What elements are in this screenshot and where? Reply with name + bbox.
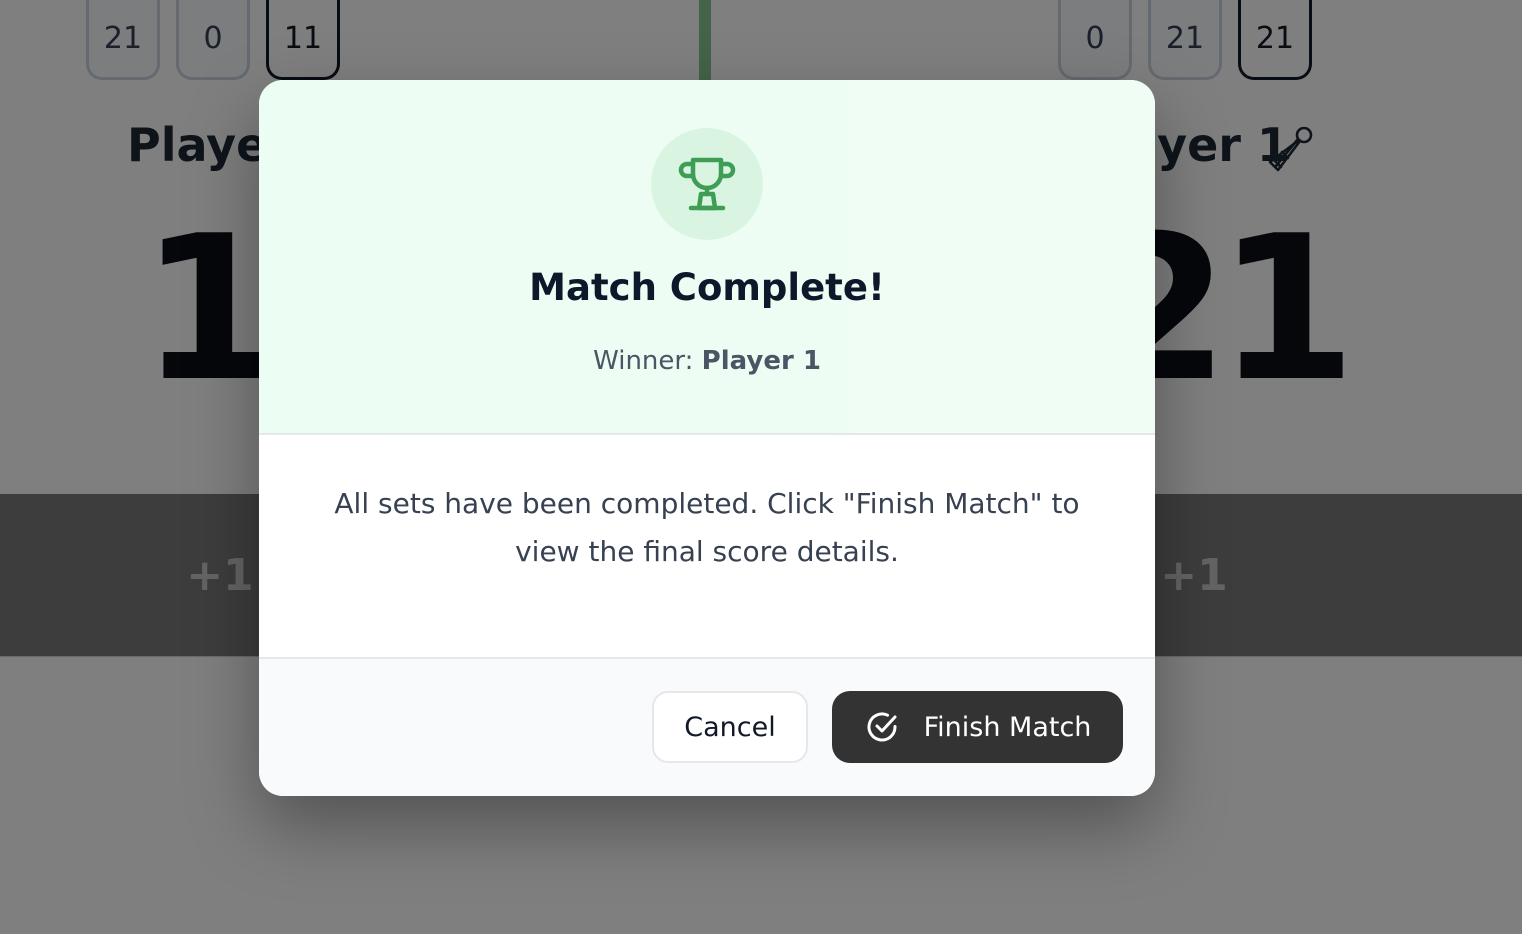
finish-match-button[interactable]: Finish Match [832,691,1123,763]
winner-prefix: Winner: [593,346,694,376]
cancel-button[interactable]: Cancel [652,691,808,763]
scoreboard-app: 21 0 11 0 21 21 Player 2 Player 1 11 21 … [0,0,1522,934]
trophy-icon [678,157,736,211]
dialog-footer: Cancel Finish Match [259,659,1155,796]
winner-line: Winner: Player 1 [259,346,1155,376]
winner-name: Player 1 [701,346,821,376]
check-circle-icon [867,712,897,742]
trophy-badge [651,128,763,240]
dialog-header: Match Complete! Winner: Player 1 [259,80,1155,435]
finish-match-label: Finish Match [923,711,1092,743]
dialog-message: All sets have been completed. Click "Fin… [334,487,1080,568]
match-complete-dialog: Match Complete! Winner: Player 1 All set… [259,80,1155,796]
dialog-body: All sets have been completed. Click "Fin… [259,435,1155,659]
dialog-title: Match Complete! [529,266,885,309]
